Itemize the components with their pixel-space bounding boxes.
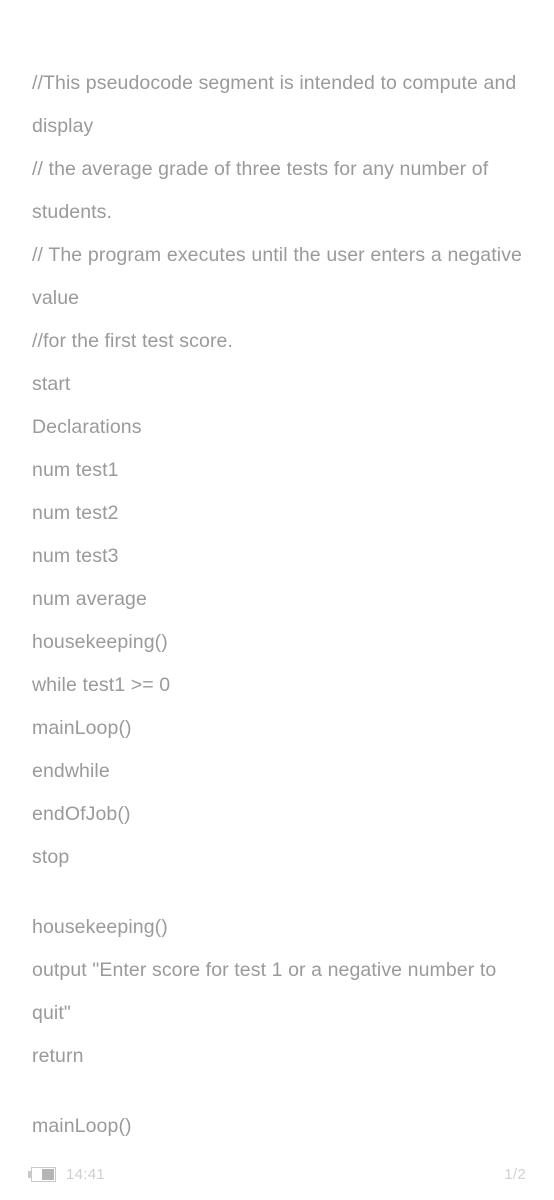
code-line-declarations: Declarations <box>32 416 142 438</box>
blank-separator-1 <box>32 879 522 906</box>
code-line-num-test3: num test3 <box>32 545 119 567</box>
comment-line-2: // the average grade of three tests for … <box>32 158 494 223</box>
battery-level-fill <box>42 1168 54 1180</box>
status-bar-left-group: 14:41 <box>28 1166 105 1183</box>
module-header-housekeeping: housekeeping() <box>32 916 168 938</box>
code-line-start: start <box>32 373 71 395</box>
status-clock: 14:41 <box>66 1165 106 1183</box>
code-line-while: while test1 >= 0 <box>32 674 171 696</box>
comment-line-4: //for the first test score. <box>32 330 234 352</box>
pseudocode-content: //This pseudocode segment is intended to… <box>0 0 554 1148</box>
status-bar: 14:41 1/2 <box>0 1148 554 1200</box>
blank-separator-2 <box>32 1078 522 1105</box>
code-line-endwhile: endwhile <box>32 760 110 782</box>
page-indicator: 1/2 <box>504 1165 526 1183</box>
code-line-endofjob-call: endOfJob() <box>32 803 131 825</box>
code-line-num-test1: num test1 <box>32 459 119 481</box>
document-page: //This pseudocode segment is intended to… <box>0 0 554 1200</box>
code-line-stop: stop <box>32 846 70 868</box>
code-line-output-prompt: output "Enter score for test 1 or a nega… <box>32 959 502 1024</box>
code-line-num-test2: num test2 <box>32 502 119 524</box>
comment-line-3: // The program executes until the user e… <box>32 244 528 309</box>
battery-icon <box>28 1166 56 1182</box>
code-line-return: return <box>32 1045 84 1067</box>
module-header-mainloop: mainLoop() <box>32 1115 132 1137</box>
comment-line-1: //This pseudocode segment is intended to… <box>32 72 522 137</box>
code-line-housekeeping-call: housekeeping() <box>32 631 168 653</box>
code-line-mainloop-call: mainLoop() <box>32 717 132 739</box>
code-line-num-average: num average <box>32 588 147 610</box>
